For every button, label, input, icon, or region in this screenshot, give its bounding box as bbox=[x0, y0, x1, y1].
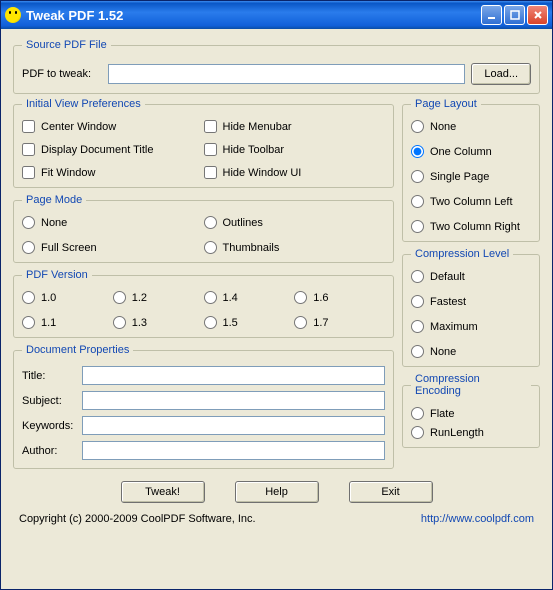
window-title: Tweak PDF 1.52 bbox=[26, 8, 481, 23]
check-center-window[interactable]: Center Window bbox=[22, 120, 204, 133]
check-fit-window[interactable]: Fit Window bbox=[22, 166, 204, 179]
help-button[interactable]: Help bbox=[235, 481, 319, 503]
radio-layout-twoleft[interactable]: Two Column Left bbox=[411, 195, 531, 208]
title-input[interactable] bbox=[82, 366, 385, 385]
pdf-to-tweak-label: PDF to tweak: bbox=[22, 68, 102, 80]
check-hide-window-ui[interactable]: Hide Window UI bbox=[204, 166, 386, 179]
check-hide-toolbar[interactable]: Hide Toolbar bbox=[204, 143, 386, 156]
radio-ver-13[interactable]: 1.3 bbox=[113, 316, 204, 329]
source-pdf-group: Source PDF File PDF to tweak: Load... bbox=[13, 39, 540, 94]
radio-ver-16[interactable]: 1.6 bbox=[294, 291, 385, 304]
compression-encoding-legend: Compression Encoding bbox=[411, 373, 531, 397]
radio-comp-default[interactable]: Default bbox=[411, 270, 531, 283]
page-mode-group: Page Mode None Outlines Full Screen Thum… bbox=[13, 194, 394, 263]
compression-encoding-group: Compression Encoding Flate RunLength bbox=[402, 373, 540, 448]
subject-input[interactable] bbox=[82, 391, 385, 410]
pdf-version-group: PDF Version 1.0 1.2 1.4 1.6 1.1 1.3 1.5 … bbox=[13, 269, 394, 338]
window-buttons bbox=[481, 5, 548, 25]
radio-comp-maximum[interactable]: Maximum bbox=[411, 320, 531, 333]
radio-layout-onecolumn[interactable]: One Column bbox=[411, 145, 531, 158]
author-label: Author: bbox=[22, 445, 82, 457]
minimize-button[interactable] bbox=[481, 5, 502, 25]
exit-button[interactable]: Exit bbox=[349, 481, 433, 503]
initial-view-group: Initial View Preferences Center Window H… bbox=[13, 98, 394, 188]
source-legend: Source PDF File bbox=[22, 39, 111, 51]
radio-comp-none[interactable]: None bbox=[411, 345, 531, 358]
copyright-text: Copyright (c) 2000-2009 CoolPDF Software… bbox=[19, 513, 256, 525]
radio-ver-17[interactable]: 1.7 bbox=[294, 316, 385, 329]
pdf-path-input[interactable] bbox=[108, 64, 465, 84]
radio-pagemode-fullscreen[interactable]: Full Screen bbox=[22, 241, 204, 254]
keywords-label: Keywords: bbox=[22, 420, 82, 432]
radio-layout-tworight[interactable]: Two Column Right bbox=[411, 220, 531, 233]
radio-enc-runlength[interactable]: RunLength bbox=[411, 426, 531, 439]
radio-layout-singlepage[interactable]: Single Page bbox=[411, 170, 531, 183]
title-label: Title: bbox=[22, 370, 82, 382]
maximize-button[interactable] bbox=[504, 5, 525, 25]
app-icon bbox=[5, 7, 21, 23]
page-mode-legend: Page Mode bbox=[22, 194, 86, 206]
close-button[interactable] bbox=[527, 5, 548, 25]
app-window: Tweak PDF 1.52 Source PDF File PDF to tw… bbox=[0, 0, 553, 590]
compression-level-legend: Compression Level bbox=[411, 248, 513, 260]
radio-ver-12[interactable]: 1.2 bbox=[113, 291, 204, 304]
radio-ver-10[interactable]: 1.0 bbox=[22, 291, 113, 304]
tweak-button[interactable]: Tweak! bbox=[121, 481, 205, 503]
radio-comp-fastest[interactable]: Fastest bbox=[411, 295, 531, 308]
keywords-input[interactable] bbox=[82, 416, 385, 435]
page-layout-legend: Page Layout bbox=[411, 98, 481, 110]
bottom-buttons: Tweak! Help Exit bbox=[13, 481, 540, 503]
document-properties-group: Document Properties Title: Subject: Keyw… bbox=[13, 344, 394, 469]
load-button[interactable]: Load... bbox=[471, 63, 531, 85]
compression-level-group: Compression Level Default Fastest Maximu… bbox=[402, 248, 540, 367]
author-input[interactable] bbox=[82, 441, 385, 460]
pdf-version-legend: PDF Version bbox=[22, 269, 92, 281]
check-hide-menubar[interactable]: Hide Menubar bbox=[204, 120, 386, 133]
radio-ver-11[interactable]: 1.1 bbox=[22, 316, 113, 329]
titlebar: Tweak PDF 1.52 bbox=[1, 1, 552, 29]
radio-pagemode-outlines[interactable]: Outlines bbox=[204, 216, 386, 229]
page-layout-group: Page Layout None One Column Single Page … bbox=[402, 98, 540, 242]
footer: Copyright (c) 2000-2009 CoolPDF Software… bbox=[13, 513, 540, 525]
radio-pagemode-thumbnails[interactable]: Thumbnails bbox=[204, 241, 386, 254]
website-link[interactable]: http://www.coolpdf.com bbox=[421, 513, 534, 525]
check-display-doc-title[interactable]: Display Document Title bbox=[22, 143, 204, 156]
radio-enc-flate[interactable]: Flate bbox=[411, 407, 531, 420]
radio-ver-15[interactable]: 1.5 bbox=[204, 316, 295, 329]
radio-ver-14[interactable]: 1.4 bbox=[204, 291, 295, 304]
radio-layout-none[interactable]: None bbox=[411, 120, 531, 133]
client-area: Source PDF File PDF to tweak: Load... In… bbox=[1, 29, 552, 589]
doc-props-legend: Document Properties bbox=[22, 344, 133, 356]
subject-label: Subject: bbox=[22, 395, 82, 407]
ivp-legend: Initial View Preferences bbox=[22, 98, 145, 110]
radio-pagemode-none[interactable]: None bbox=[22, 216, 204, 229]
